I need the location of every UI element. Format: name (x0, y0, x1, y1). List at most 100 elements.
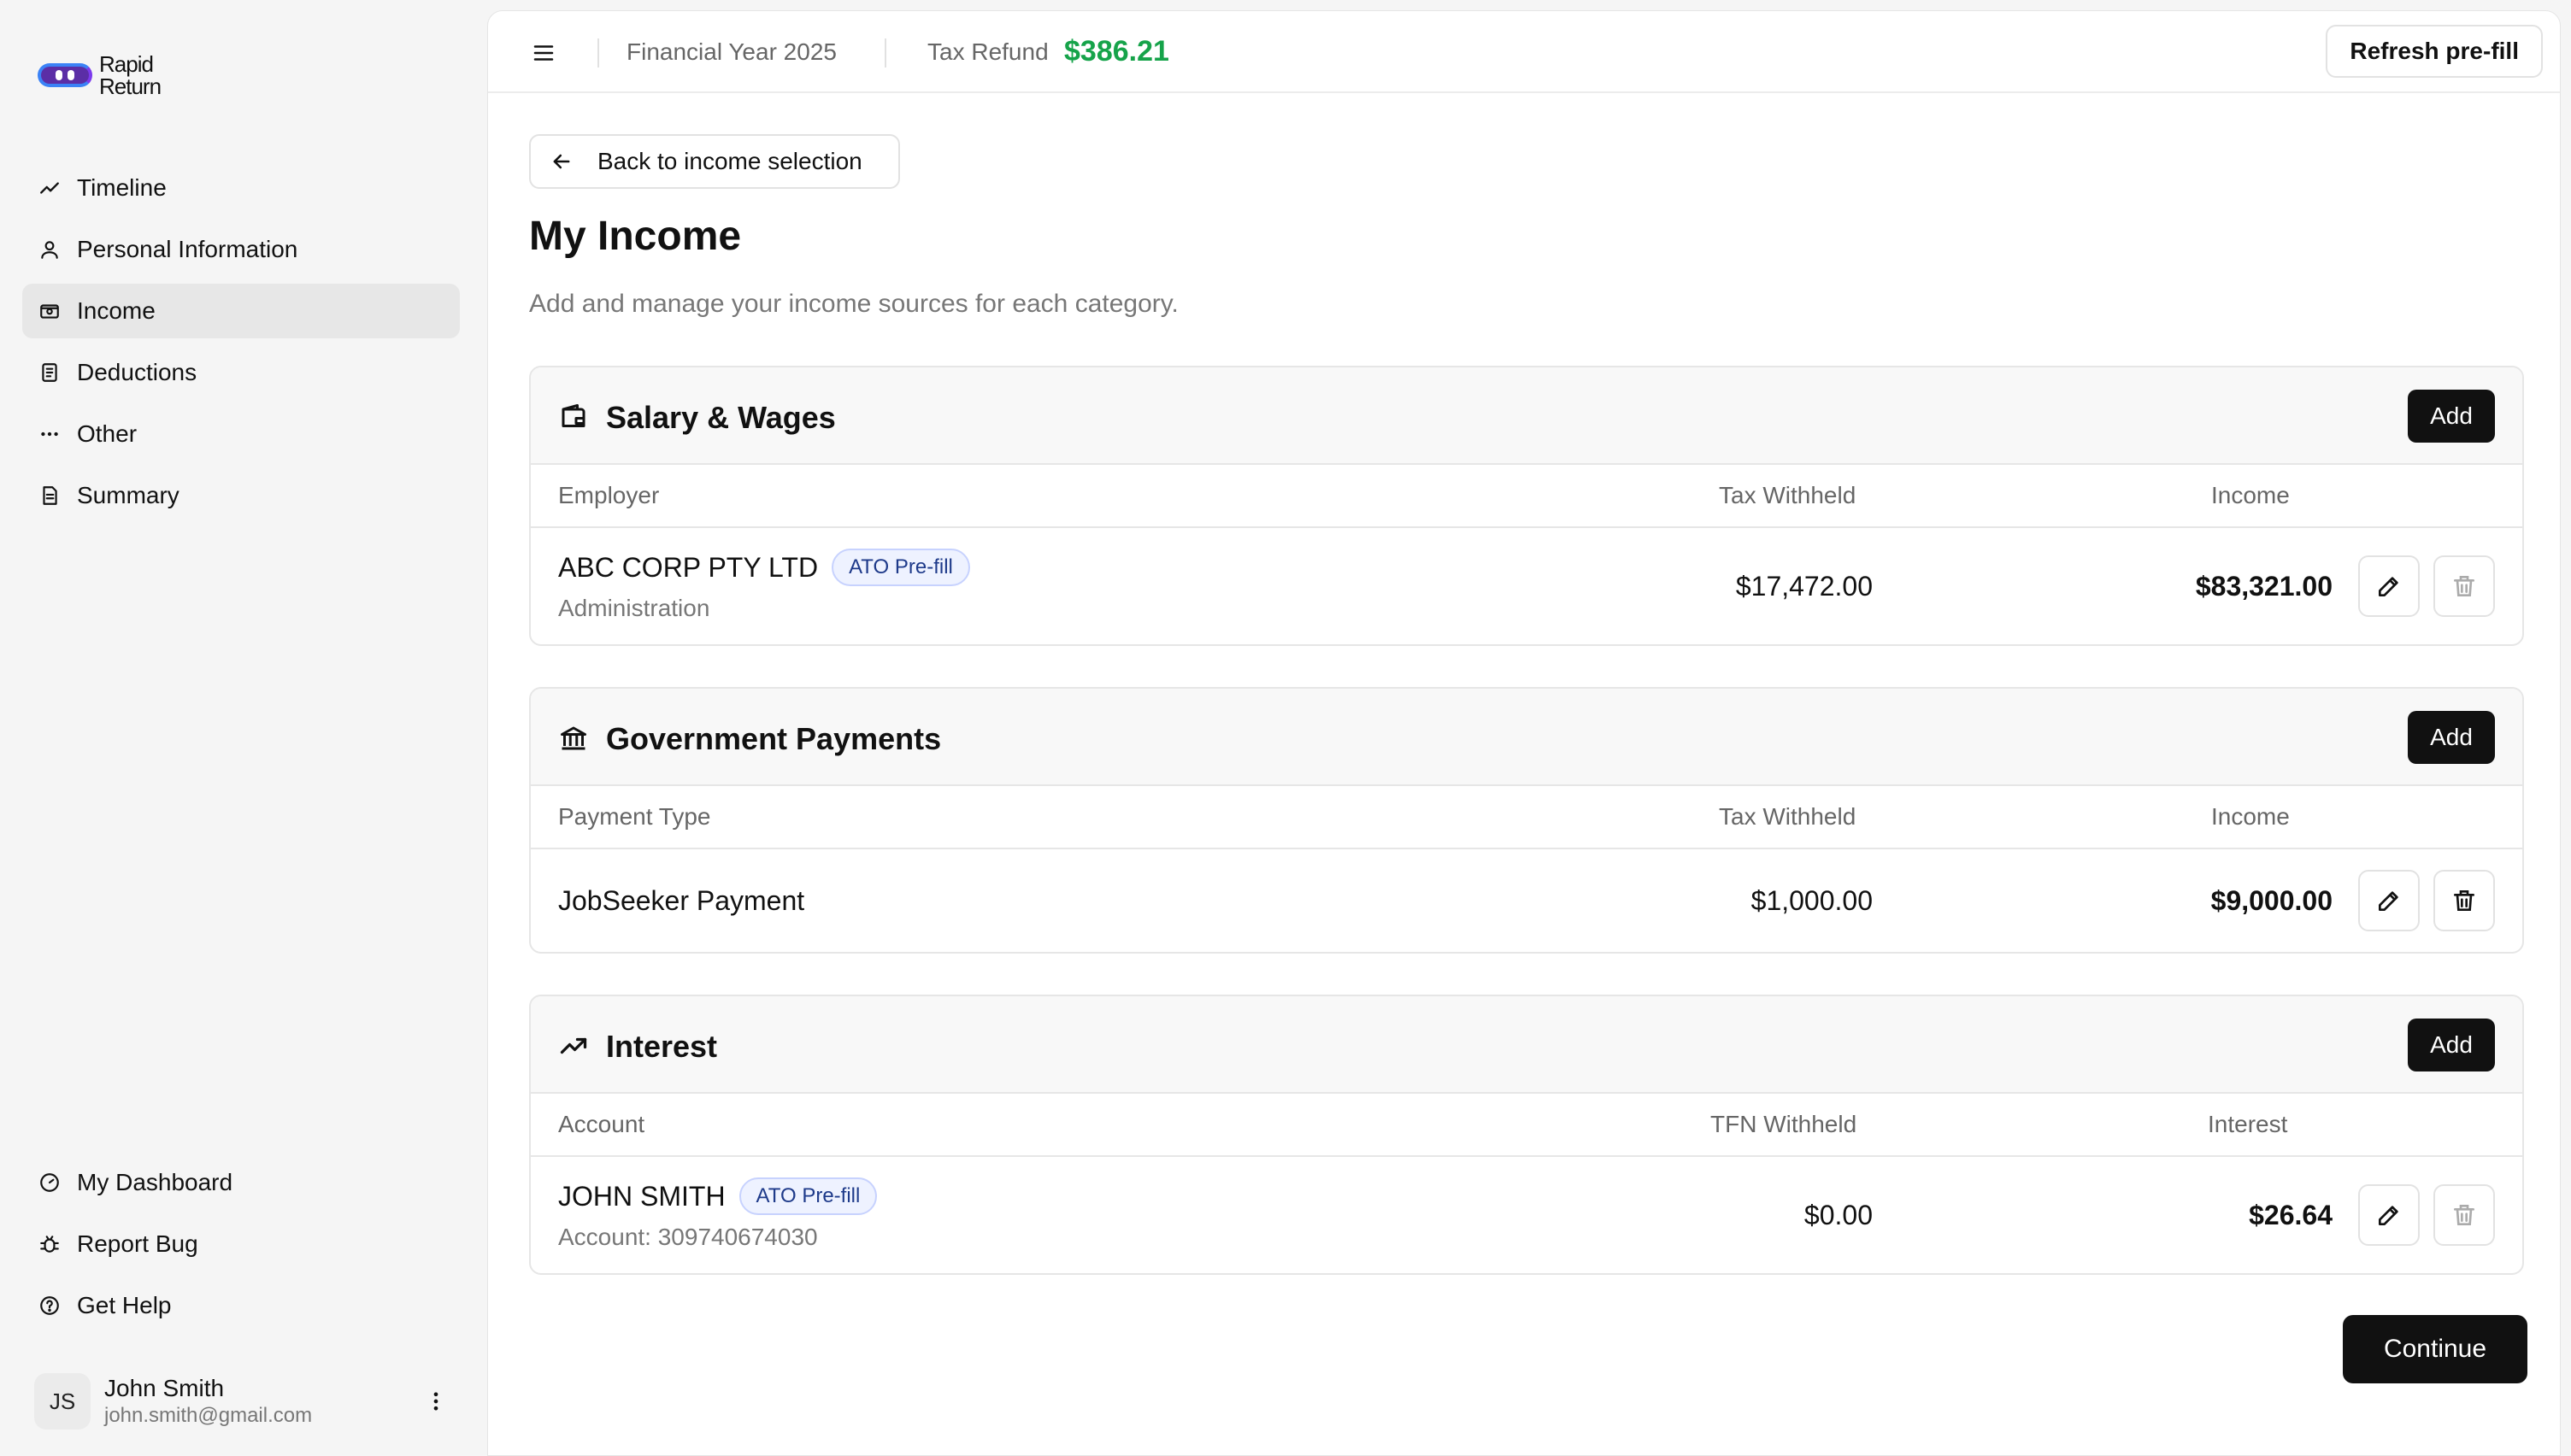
ato-prefill-badge: ATO Pre-fill (832, 549, 970, 586)
main-panel: Financial Year 2025 Tax Refund $386.21 R… (487, 10, 2561, 1456)
trend-line-icon (38, 176, 62, 200)
document-icon (38, 484, 62, 508)
edit-button[interactable] (2358, 870, 2420, 931)
delete-button[interactable] (2433, 870, 2495, 931)
page-title: My Income (529, 214, 742, 259)
bug-icon (38, 1232, 62, 1256)
salary-wages-card: Salary & Wages Add Employer Tax Withheld… (529, 366, 2524, 646)
continue-button[interactable]: Continue (2343, 1315, 2527, 1383)
sidebar-item-label: Get Help (77, 1292, 172, 1318)
government-payments-card: Government Payments Add Payment Type Tax… (529, 687, 2524, 954)
table-row: JOHN SMITH ATO Pre-fill Account: 3097406… (531, 1157, 2522, 1273)
wallet-icon (562, 404, 585, 427)
column-header: Account (558, 1111, 645, 1137)
more-horizontal-icon (38, 422, 62, 446)
pencil-icon (2379, 891, 2398, 911)
more-vertical-icon[interactable] (419, 1384, 453, 1418)
sidebar-item-other[interactable]: Other (22, 407, 460, 461)
table-row: ABC CORP PTY LTD ATO Pre-fill Administra… (531, 528, 2522, 644)
interest-card: Interest Add Account TFN Withheld Intere… (529, 995, 2524, 1275)
sidebar: Rapid Return Timeline Personal Informati… (0, 0, 485, 1456)
sidebar-nav: Timeline Personal Information Income Ded… (22, 161, 460, 530)
hamburger-menu-icon[interactable] (531, 40, 556, 66)
trending-up-icon (560, 1037, 587, 1054)
card-header: Interest Add (531, 996, 2522, 1094)
help-circle-icon (38, 1294, 62, 1318)
column-header: Payment Type (558, 803, 711, 830)
tax-withheld-value: $1,000.00 (1750, 885, 1873, 916)
payment-type-name: JobSeeker Payment (558, 885, 805, 916)
receipt-icon (38, 361, 62, 385)
column-header: Interest (2208, 1111, 2288, 1137)
top-bar: Financial Year 2025 Tax Refund $386.21 R… (488, 11, 2560, 93)
arrow-left-icon (553, 154, 570, 169)
add-government-payment-button[interactable]: Add (2408, 711, 2495, 764)
user-email: john.smith@gmail.com (104, 1404, 313, 1427)
sidebar-item-label: Other (77, 420, 138, 447)
user-name: John Smith (104, 1375, 225, 1401)
refresh-prefill-button[interactable]: Refresh pre-fill (2326, 25, 2543, 78)
table-row: JobSeeker Payment $1,000.00 $9,000.00 (531, 849, 2522, 952)
logo-line-2: Return (99, 73, 162, 99)
table-header: Employer Tax Withheld Income (531, 465, 2522, 528)
section-title: Salary & Wages (606, 400, 836, 435)
app-logo[interactable]: Rapid Return (38, 53, 162, 99)
section-title: Government Payments (606, 721, 942, 756)
column-header: Tax Withheld (1719, 482, 1856, 508)
column-header: Income (2211, 482, 2290, 508)
income-value: $83,321.00 (2195, 571, 2333, 602)
account-name: JOHN SMITH (558, 1180, 726, 1212)
income-value: $9,000.00 (2210, 885, 2333, 916)
sidebar-item-personal-information[interactable]: Personal Information (22, 222, 460, 277)
logo-mark-icon (38, 63, 92, 87)
employer-name: ABC CORP PTY LTD (558, 551, 819, 583)
add-salary-button[interactable]: Add (2408, 390, 2495, 443)
sidebar-item-get-help[interactable]: Get Help (22, 1278, 460, 1333)
account-number: Account: 309740674030 (558, 1224, 818, 1250)
avatar: JS (34, 1373, 91, 1430)
table-header: Payment Type Tax Withheld Income (531, 786, 2522, 849)
edit-button[interactable] (2358, 555, 2420, 617)
pencil-icon (2379, 577, 2398, 596)
tax-refund-label: Tax Refund (927, 38, 1049, 65)
sidebar-item-label: My Dashboard (77, 1169, 233, 1195)
add-interest-button[interactable]: Add (2408, 1019, 2495, 1071)
sidebar-bottom-nav: My Dashboard Report Bug Get Help (22, 1155, 460, 1340)
divider (885, 38, 886, 68)
card-header: Salary & Wages Add (531, 367, 2522, 465)
trash-icon (2454, 576, 2474, 596)
delete-button[interactable] (2433, 1184, 2495, 1246)
sidebar-item-summary[interactable]: Summary (22, 468, 460, 523)
sidebar-item-label: Personal Information (77, 236, 298, 262)
edit-button[interactable] (2358, 1184, 2420, 1246)
sidebar-item-label: Deductions (77, 359, 197, 385)
delete-button[interactable] (2433, 555, 2495, 617)
column-header: Tax Withheld (1719, 803, 1856, 830)
sidebar-item-income[interactable]: Income (22, 284, 460, 338)
user-profile[interactable]: JS John Smith john.smith@gmail.com (34, 1372, 453, 1430)
back-to-income-selection-button[interactable]: Back to income selection (529, 134, 900, 189)
sidebar-item-label: Timeline (77, 174, 167, 201)
card-header: Government Payments Add (531, 689, 2522, 786)
employer-occupation: Administration (558, 595, 710, 621)
bank-icon (561, 726, 586, 750)
ato-prefill-badge: ATO Pre-fill (738, 1177, 878, 1215)
trash-icon (2454, 890, 2474, 911)
interest-value: $26.64 (2249, 1200, 2333, 1230)
user-icon (38, 238, 62, 261)
sidebar-item-timeline[interactable]: Timeline (22, 161, 460, 215)
tax-refund-value: $386.21 (1064, 35, 1169, 68)
trash-icon (2454, 1205, 2474, 1225)
page-subtitle: Add and manage your income sources for e… (529, 290, 1179, 318)
section-title: Interest (606, 1029, 718, 1064)
sidebar-item-deductions[interactable]: Deductions (22, 345, 460, 400)
divider (597, 38, 599, 68)
back-button-label: Back to income selection (597, 148, 862, 174)
sidebar-item-label: Report Bug (77, 1230, 198, 1257)
sidebar-item-report-bug[interactable]: Report Bug (22, 1217, 460, 1271)
column-header: TFN Withheld (1710, 1111, 1857, 1137)
sidebar-item-my-dashboard[interactable]: My Dashboard (22, 1155, 460, 1210)
table-header: Account TFN Withheld Interest (531, 1094, 2522, 1157)
tax-withheld-value: $17,472.00 (1735, 571, 1873, 602)
sidebar-item-label: Income (77, 297, 156, 324)
